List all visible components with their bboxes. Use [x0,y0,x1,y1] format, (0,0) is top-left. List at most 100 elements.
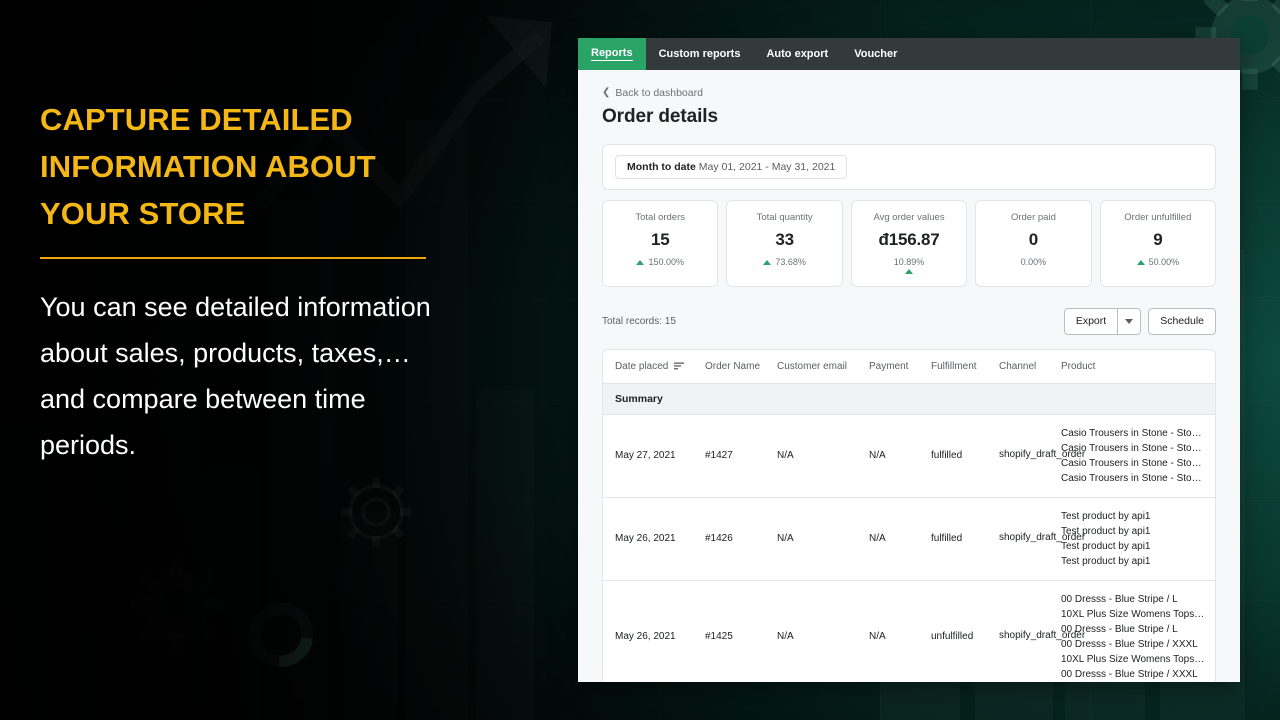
table-cell-order-name: #1425 [699,580,771,682]
metric-label: Order paid [1010,212,1056,223]
metrics-row: Total orders 15 150.00% Total quantity 3… [602,200,1217,287]
table-toolbar: Total records: 15 Export Schedule [602,308,1216,335]
product-line: Test product by api1 [1061,555,1151,567]
tab-voucher[interactable]: Voucher [841,38,910,70]
caret-up-icon [763,259,772,265]
product-line: Casio Trousers in Stone - Ston... [1061,442,1205,454]
product-line: Test product by api1 [1061,510,1151,522]
metric-delta-value: 150.00% [648,257,684,267]
product-line: 00 Dresss - Blue Stripe / XXXL [1061,638,1198,650]
metric-label: Total orders [635,212,686,223]
schedule-button[interactable]: Schedule [1148,308,1216,335]
back-to-dashboard-link[interactable]: ❮ Back to dashboard [602,87,1216,99]
table-cell-channel: shopify_draft_order [993,497,1085,581]
metric-label: Order unfulfilled [1124,212,1192,223]
product-line: 00 Dresss - Blue Stripe / L [1061,593,1178,605]
column-header-fulfillment[interactable]: Fulfillment [925,349,993,384]
product-line: Test product by api1 [1061,525,1151,537]
metric-card-order-unfulfilled[interactable]: Order unfulfilled 9 50.00% [1099,200,1217,287]
tab-reports[interactable]: Reports [578,38,646,70]
toolbar-buttons: Export Schedule [1063,308,1216,335]
table-cell-date: May 27, 2021 [603,414,699,498]
column-header-payment[interactable]: Payment [863,349,925,384]
page-title: Order details [602,106,718,127]
product-line: 10XL Plus Size Womens Tops -... [1061,608,1205,620]
metric-card-order-paid[interactable]: Order paid 0 0.00% [975,200,1092,287]
table-cell-payment: N/A [863,580,925,682]
summary-label: Summary [603,383,1215,415]
orders-table: Date placed Order Name Customer email Pa… [603,349,1215,682]
tab-voucher-label: Voucher [854,48,898,60]
orders-table-card: Date placed Order Name Customer email Pa… [602,348,1216,682]
metric-delta: 0.00% [980,257,1086,267]
export-button[interactable]: Export [1063,308,1119,335]
table-cell-customer-email: N/A [771,580,863,682]
product-line: 00 Dresss - Blue Stripe / XXXL [1061,668,1198,680]
table-row[interactable]: May 27, 2021 #1427 N/A N/A fulfilled shopify_… [603,414,1215,498]
table-cell-products: Test product by api1 Test product by api1… [1055,497,1215,581]
date-range-preset: Month to date [627,161,696,173]
product-line: Casio Trousers in Stone - Ston... [1061,472,1205,484]
tab-auto-export-label: Auto export [766,48,829,60]
column-header-order-name[interactable]: Order Name [699,349,771,384]
table-cell-date: May 26, 2021 [603,580,699,682]
back-to-dashboard-label: Back to dashboard [615,87,703,99]
metric-card-avg-order-values[interactable]: Avg order values đ156.87 10.89% [850,200,968,287]
metric-delta: 50.00% [1105,257,1211,267]
metric-value: 15 [650,230,670,249]
export-dropdown-button[interactable] [1118,308,1142,335]
table-cell-customer-email: N/A [771,414,863,498]
orders-table-body: May 27, 2021 #1427 N/A N/A fulfilled shopify_… [603,414,1215,682]
orders-table-head: Date placed Order Name Customer email Pa… [603,349,1215,384]
date-range-card: Month to date May 01, 2021 - May 31, 202… [602,144,1216,190]
metric-delta-value: 50.00% [1148,257,1180,267]
metric-value: 0 [1028,230,1039,249]
table-row[interactable]: May 26, 2021 #1426 N/A N/A fulfilled shopify_… [603,497,1215,581]
metric-delta-value: 10.89% [893,257,925,267]
sort-descending-icon [674,362,685,369]
product-line: Casio Trousers in Stone - Ston... [1061,427,1205,439]
top-tab-bar: Reports Custom reports Auto export Vouch… [578,38,1240,70]
table-cell-channel: shopify_draft_order [993,414,1085,498]
table-row[interactable]: May 26, 2021 #1425 N/A N/A unfulfilled shopif… [603,580,1215,682]
metric-card-total-orders[interactable]: Total orders 15 150.00% [602,200,719,287]
metric-value: đ156.87 [878,230,940,249]
total-records-label: Total records: 15 [602,315,676,327]
column-header-product[interactable]: Product [1055,349,1215,384]
metric-value: 9 [1153,230,1163,249]
orders-table-summary: Summary [603,383,1215,415]
table-cell-fulfillment: fulfilled [925,414,993,498]
app-window: Reports Custom reports Auto export Vouch… [578,38,1240,682]
chevron-left-icon: ❮ [602,87,611,98]
metric-delta: 10.89% [856,257,962,274]
promo-headline: Capture detailed information about your … [40,102,376,232]
date-range-value: May 01, 2021 - May 31, 2021 [698,161,836,173]
caret-up-icon [636,259,645,265]
metric-delta-value: 73.68% [775,257,806,267]
column-header-date-placed[interactable]: Date placed [603,349,699,384]
table-header-row: Date placed Order Name Customer email Pa… [603,349,1215,384]
table-cell-date: May 26, 2021 [603,497,699,581]
screenshot-root: Capture detailed information about your … [0,0,1280,720]
metric-delta-value: 0.00% [1020,257,1047,267]
metric-card-total-quantity[interactable]: Total quantity 33 73.68% [726,200,843,287]
table-cell-fulfillment: fulfilled [925,497,993,581]
tab-reports-label: Reports [591,47,633,61]
promo-body-text: You can see detailed information about s… [40,292,431,460]
product-line: 00 Dresss - Blue Stripe / L [1061,623,1178,635]
promo-panel: Capture detailed information about your … [40,96,460,469]
product-line: 10XL Plus Size Womens Tops -... [1061,653,1205,665]
tab-auto-export[interactable]: Auto export [753,38,841,70]
column-header-channel[interactable]: Channel [993,349,1055,384]
column-header-date-placed-label: Date placed [615,360,669,372]
column-header-customer-email[interactable]: Customer email [771,349,863,384]
app-content: ❮ Back to dashboard Order details Month … [578,87,1240,682]
table-cell-order-name: #1426 [699,497,771,581]
table-cell-products: 00 Dresss - Blue Stripe / L 10XL Plus Siz… [1055,580,1215,682]
date-range-picker[interactable]: Month to date May 01, 2021 - May 31, 202… [615,155,848,179]
metric-label: Total quantity [756,212,813,223]
caret-up-icon [905,269,914,274]
table-cell-fulfillment: unfulfilled [925,580,993,682]
tab-custom-reports[interactable]: Custom reports [646,38,754,70]
table-cell-payment: N/A [863,414,925,498]
